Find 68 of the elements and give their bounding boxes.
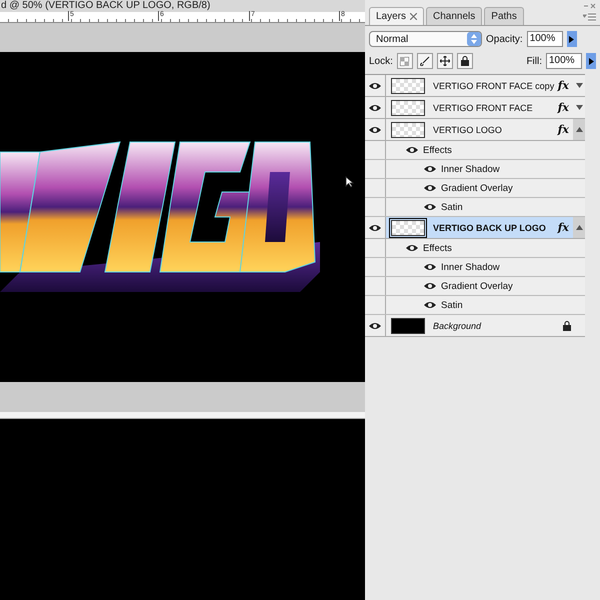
eye-icon[interactable] [424,203,436,211]
eye-icon[interactable] [406,146,418,154]
panel-tab[interactable]: Channels [426,7,482,25]
layer-name: VERTIGO BACK UP LOGO [433,222,547,232]
effect-name: Satin [441,300,463,310]
layer-name: VERTIGO FRONT FACE [433,102,534,112]
layer-thumbnail [391,100,425,116]
eye-icon[interactable] [369,224,381,232]
close-icon[interactable] [410,13,418,20]
eye-icon[interactable] [424,282,436,290]
opacity-arrow-button[interactable] [566,31,577,47]
effect-name: Inner Shadow [441,262,500,272]
eye-icon[interactable] [424,165,436,173]
fill-label: Fill: [526,56,542,66]
layer-row[interactable]: Background [365,315,585,337]
panel-tab[interactable]: Layers [369,7,424,25]
triangle-icon [569,36,574,42]
layer-thumbnail [391,220,425,236]
layer-name: Background [433,320,482,330]
eye-icon[interactable] [369,126,381,134]
expand-icon[interactable] [576,83,582,88]
layer-name: VERTIGO LOGO [433,124,503,134]
layer-row[interactable]: VERTIGO BACK UP LOGO fx [365,217,585,239]
eye-icon[interactable] [406,244,418,252]
lock-label: Lock: [369,56,393,66]
effects-label[interactable]: fx [558,101,569,114]
eye-icon[interactable] [424,301,436,309]
fill-arrow-button[interactable] [586,53,596,69]
effects-label: Effects [423,144,452,156]
document-title: d @ 50% (VERTIGO BACK UP LOGO, RGB/8) [0,0,365,12]
layer-row[interactable]: VERTIGO LOGO fx [365,119,585,141]
collapse-icon[interactable] [576,127,582,132]
effect-name: Gradient Overlay [441,182,513,194]
expand-icon[interactable] [576,105,582,110]
layer-row[interactable]: VERTIGO FRONT FACE copy fx [365,75,585,97]
panel-menu-icon[interactable] [583,3,597,21]
triangle-icon [588,58,594,64]
effect-name: Satin [441,202,463,212]
effects-label[interactable]: fx [558,221,569,234]
scrollbar[interactable] [0,412,365,418]
eye-icon[interactable] [424,184,436,192]
layer-thumbnail [391,122,425,138]
opacity-field[interactable]: 100% [526,31,563,47]
checkerboard-icon [400,56,410,66]
layer-thumbnail [391,318,425,334]
effects-label: Effects [423,242,452,254]
lock-icon[interactable] [456,53,473,69]
effects-label[interactable]: fx [558,123,569,136]
layer-name: VERTIGO FRONT FACE copy [433,80,556,90]
eye-icon[interactable] [369,104,381,112]
layer-row[interactable]: VERTIGO FRONT FACE fx [365,97,585,119]
pointer-icon [345,176,354,188]
stepper-icon [471,34,477,44]
opacity-label: Opacity: [486,34,523,44]
panel-tab[interactable]: Paths [484,7,524,25]
effect-name: Gradient Overlay [441,280,513,292]
fill-field[interactable]: 100% [546,53,582,69]
move-icon[interactable] [436,53,453,69]
effects-label[interactable]: fx [558,79,569,92]
blend-mode-dropdown[interactable]: Normal [369,31,482,47]
eye-icon[interactable] [369,82,381,90]
lock-transparency-button[interactable] [396,53,413,69]
collapse-icon[interactable] [576,225,582,230]
brush-icon[interactable] [416,53,433,69]
eye-icon[interactable] [424,263,436,271]
layer-thumbnail [391,78,425,94]
effect-name: Inner Shadow [441,164,500,174]
eye-icon[interactable] [369,322,381,330]
